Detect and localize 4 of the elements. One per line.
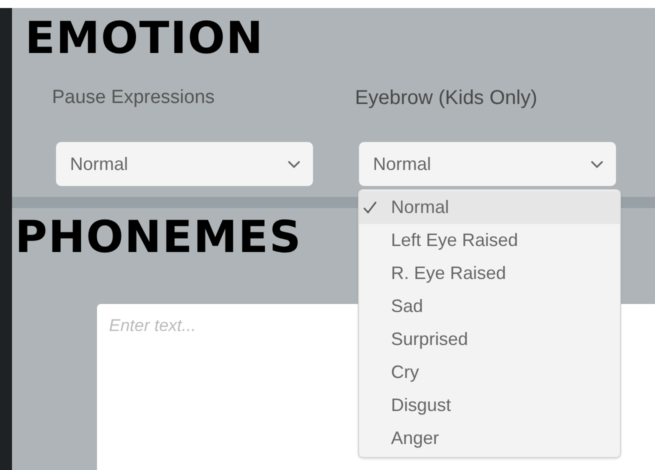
section-heading: PHONEMES [15, 212, 302, 264]
section-heading: EMOTION [25, 12, 264, 66]
field-label: Pause Expressions [52, 86, 215, 110]
field-label: Eyebrow (Kids Only) [355, 86, 538, 110]
